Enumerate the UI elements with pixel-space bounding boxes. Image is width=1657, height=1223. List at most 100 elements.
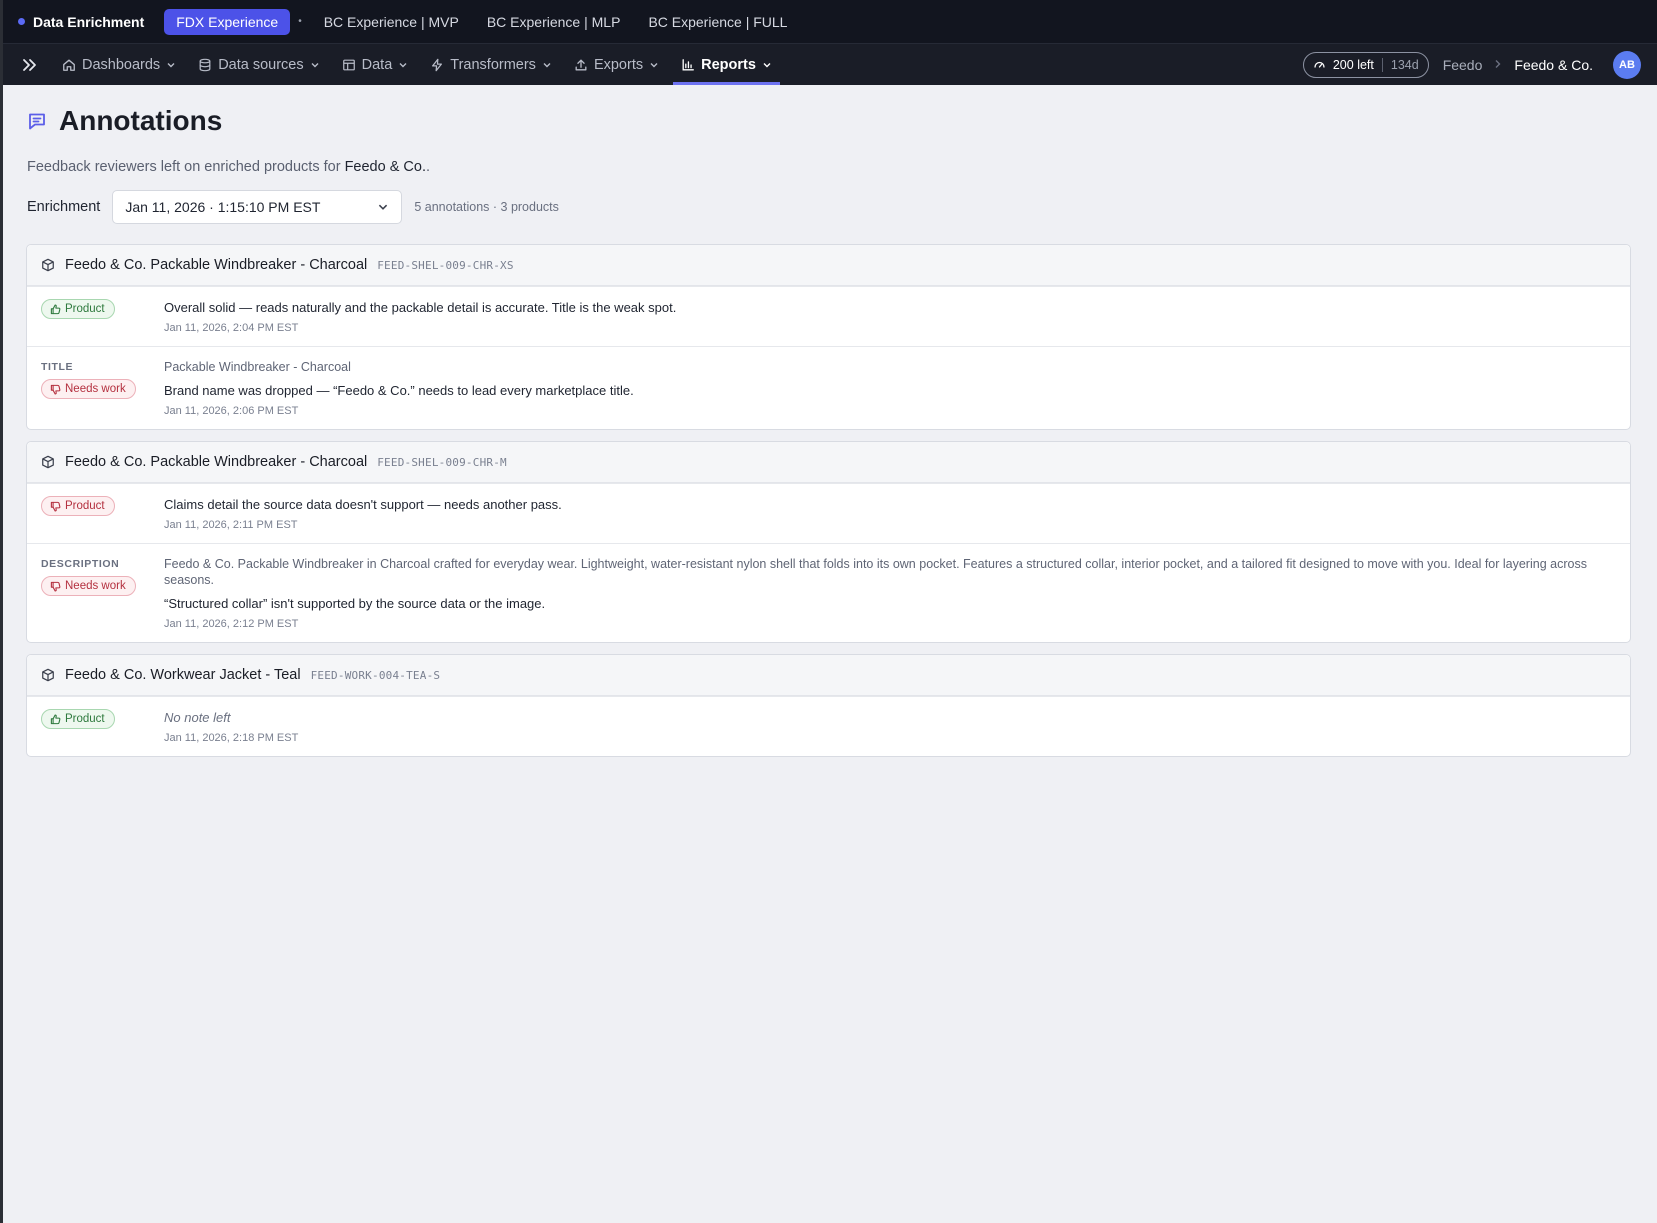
nav-data-label: Data: [361, 56, 393, 73]
package-icon: [42, 668, 54, 682]
sentiment-badge-label: Product: [65, 713, 105, 725]
org-breadcrumb-current[interactable]: Feedo & Co.: [1514, 57, 1593, 73]
sentiment-badge: Needs work: [41, 379, 136, 399]
enrichment-filter: Enrichment Jan 11, 2026 · 1:15:10 PM EST…: [27, 190, 1633, 224]
app-name: Data Enrichment: [33, 13, 145, 30]
subtitle-org: Feedo & Co.: [344, 159, 426, 175]
main-nav: Dashboards Data sources Data Transformer…: [0, 44, 1657, 85]
page-title: Annotations: [59, 105, 223, 136]
thumbs-down-icon: [50, 501, 61, 512]
product-header[interactable]: Feedo & Co. Workwear Jacket - Teal FEED-W…: [27, 655, 1630, 696]
table-icon: [342, 59, 355, 70]
credits-badge[interactable]: 200 left 134d: [1302, 51, 1429, 78]
annotation-row: Product No note left Jan 11, 2026, 2:18 PM…: [27, 696, 1630, 756]
annotated-field-value: Packable Windbreaker - Charcoal: [164, 360, 351, 374]
annotation-field-label: DESCRIPTION: [41, 558, 120, 570]
nav-dashboards-label: Dashboards: [82, 56, 161, 73]
sentiment-badge: Product: [41, 299, 115, 319]
annotation-body: Claims detail the source data doesn't su…: [164, 496, 1616, 531]
annotation-meta: Product: [41, 496, 164, 531]
thumbs-up-icon: [50, 303, 61, 314]
chevron-down-icon: [650, 62, 658, 67]
nav-exports[interactable]: Exports: [566, 44, 667, 85]
product-name: Feedo & Co. Packable Windbreaker - Charc…: [65, 454, 368, 470]
annotation-body: Packable Windbreaker - Charcoal Brand nam…: [164, 359, 1616, 417]
page-header: Annotations: [27, 101, 1633, 141]
credits-divider: [1381, 57, 1383, 72]
workspace-tab-bc-full[interactable]: BC Experience | FULL: [636, 9, 799, 35]
product-sku: FEED-SHEL-009-CHR-M: [377, 455, 507, 469]
annotation-note: No note left: [164, 710, 231, 725]
product-header[interactable]: Feedo & Co. Packable Windbreaker - Charc…: [27, 442, 1630, 483]
expand-sidebar-button[interactable]: [18, 54, 40, 76]
product-card: Feedo & Co. Workwear Jacket - Teal FEED-W…: [26, 654, 1631, 757]
annotation-summary: 5 annotations · 3 products: [414, 200, 559, 214]
credits-left: 200 left: [1332, 57, 1374, 72]
product-card: Feedo & Co. Packable Windbreaker - Charc…: [26, 441, 1631, 643]
annotation-row: TITLE Needs work Packable Windbreaker - Ch…: [27, 346, 1630, 429]
user-avatar[interactable]: AB: [1613, 50, 1641, 79]
page-subtitle: Feedback reviewers left on enriched prod…: [27, 159, 1633, 175]
annotation-body: No note left Jan 11, 2026, 2:18 PM EST: [164, 709, 1616, 744]
nav-dashboards[interactable]: Dashboards: [54, 44, 184, 85]
gauge-icon: [1314, 61, 1325, 68]
annotation-meta: Product: [41, 299, 164, 334]
upload-icon: [575, 59, 587, 70]
sentiment-badge-label: Product: [65, 303, 105, 315]
bolt-icon: [432, 58, 443, 71]
app-brand[interactable]: Data Enrichment: [18, 14, 144, 30]
chevron-down-icon: [399, 62, 407, 67]
nav-reports-label: Reports: [701, 56, 756, 73]
workspace-separator: •: [298, 16, 302, 27]
product-sku: FEED-WORK-004-TEA-S: [310, 668, 441, 682]
nav-exports-label: Exports: [593, 56, 644, 73]
annotation-note: Overall solid — reads naturally and the …: [164, 300, 677, 315]
nav-data-sources[interactable]: Data sources: [190, 44, 327, 85]
workspace-tab-bc-mlp[interactable]: BC Experience | MLP: [475, 9, 633, 35]
sentiment-badge-label: Needs work: [65, 383, 126, 395]
nav-data-sources-label: Data sources: [218, 56, 304, 73]
enrichment-select-value: Jan 11, 2026 · 1:15:10 PM EST: [125, 199, 321, 215]
page-content: Annotations Feedback reviewers left on e…: [0, 85, 1657, 757]
annotation-note: “Structured collar” isn't supported by t…: [164, 596, 546, 611]
enrichment-label: Enrichment: [27, 199, 101, 215]
annotation-row: Product Claims detail the source data doe…: [27, 483, 1630, 543]
annotation-field-label: TITLE: [41, 361, 74, 373]
annotation-note: Claims detail the source data doesn't su…: [164, 497, 562, 512]
product-name: Feedo & Co. Workwear Jacket - Teal: [65, 667, 301, 683]
workspace-tab-fdx-experience[interactable]: FDX Experience: [164, 8, 291, 35]
database-icon: [199, 58, 211, 71]
workspace-tab-bc-mvp[interactable]: BC Experience | MVP: [312, 9, 471, 35]
annotation-row: DESCRIPTION Needs work Feedo & Co. Packabl…: [27, 543, 1630, 642]
nav-transformers-label: Transformers: [450, 56, 536, 73]
annotation-body: Feedo & Co. Packable Windbreaker in Char…: [164, 556, 1616, 630]
workspace-bar: Data Enrichment FDX Experience • BC Expe…: [0, 0, 1657, 44]
annotation-note: Brand name was dropped — “Feedo & Co.” n…: [164, 383, 634, 398]
message-square-icon: [29, 113, 45, 130]
thumbs-down-icon: [50, 581, 61, 592]
enrichment-select[interactable]: Jan 11, 2026 · 1:15:10 PM EST: [112, 190, 403, 224]
package-icon: [42, 258, 54, 272]
home-icon: [63, 59, 75, 71]
brand-dot-icon: [18, 18, 25, 25]
chevron-down-icon: [763, 62, 771, 67]
sentiment-badge-label: Needs work: [65, 580, 126, 592]
annotation-timestamp: Jan 11, 2026, 2:06 PM EST: [164, 405, 299, 417]
product-card: Feedo & Co. Packable Windbreaker - Charc…: [26, 244, 1631, 430]
nav-reports[interactable]: Reports: [673, 44, 780, 85]
annotation-timestamp: Jan 11, 2026, 2:04 PM EST: [164, 322, 299, 334]
product-list: Feedo & Co. Packable Windbreaker - Charc…: [26, 244, 1633, 757]
thumbs-down-icon: [50, 384, 61, 395]
chevron-down-icon: [311, 62, 319, 67]
nav-data[interactable]: Data: [334, 44, 417, 85]
annotation-body: Overall solid — reads naturally and the …: [164, 299, 1616, 334]
sentiment-badge-label: Product: [65, 500, 105, 512]
org-breadcrumb-parent[interactable]: Feedo: [1443, 57, 1483, 73]
annotation-meta: TITLE Needs work: [41, 359, 164, 417]
double-chevron-right-icon: [23, 58, 36, 71]
product-sku: FEED-SHEL-009-CHR-XS: [377, 258, 514, 272]
chevron-down-icon: [379, 204, 388, 210]
product-header[interactable]: Feedo & Co. Packable Windbreaker - Charc…: [27, 245, 1630, 286]
nav-transformers[interactable]: Transformers: [422, 44, 560, 85]
annotation-row: Product Overall solid — reads naturally a…: [27, 286, 1630, 346]
